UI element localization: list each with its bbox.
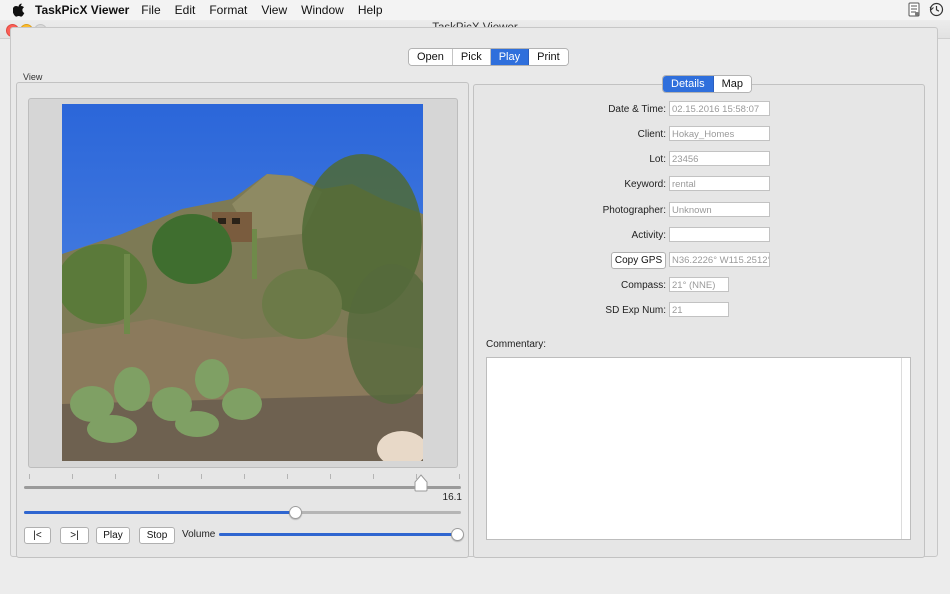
menu-view[interactable]: View [261, 3, 287, 17]
tab-map[interactable]: Map [713, 76, 752, 92]
tab-play[interactable]: Play [490, 49, 530, 65]
keyword-label: Keyword: [624, 179, 666, 190]
sd-exp-num-field[interactable]: 21 [669, 302, 729, 317]
activity-field[interactable] [669, 227, 770, 242]
lot-label: Lot: [649, 154, 666, 165]
slider-tick [373, 474, 374, 479]
gps-field[interactable]: N36.2226° W115.2512° [669, 252, 770, 267]
mode-tabs: Open Pick Play Print [408, 48, 569, 66]
menu-edit[interactable]: Edit [175, 3, 196, 17]
slider-tick [330, 474, 331, 479]
menu-window[interactable]: Window [301, 3, 344, 17]
datetime-label: Date & Time: [608, 104, 666, 115]
slider-tick [459, 474, 460, 479]
slider-tick [287, 474, 288, 479]
previous-frame-button[interactable]: |< [24, 527, 51, 544]
sd-exp-num-label: SD Exp Num: [605, 305, 666, 316]
tab-print[interactable]: Print [529, 49, 568, 65]
play-button[interactable]: Play [96, 527, 130, 544]
details-tabs: Details Map [662, 75, 753, 93]
menu-extras [907, 2, 944, 20]
frame-slider-knob[interactable] [414, 474, 428, 495]
client-field[interactable]: Hokay_Homes [669, 126, 770, 141]
keyword-field[interactable]: rental [669, 176, 770, 191]
activity-label: Activity: [631, 230, 666, 241]
slider-tick [158, 474, 159, 479]
commentary-scrollbar[interactable] [901, 358, 902, 539]
menu-help[interactable]: Help [358, 3, 383, 17]
slider-tick [72, 474, 73, 479]
datetime-field[interactable]: 02.15.2016 15:58:07 [669, 101, 770, 116]
copy-gps-button[interactable]: Copy GPS [611, 252, 666, 269]
next-frame-button[interactable]: >| [60, 527, 89, 544]
playback-slider-fill [24, 511, 295, 514]
frame-slider-track[interactable] [24, 486, 461, 489]
menu-format[interactable]: Format [209, 3, 247, 17]
time-machine-icon[interactable] [929, 2, 944, 20]
tab-pick[interactable]: Pick [452, 49, 491, 65]
commentary-textarea[interactable] [486, 357, 911, 540]
volume-label: Volume [182, 529, 216, 540]
menu-file[interactable]: File [141, 3, 160, 17]
frame-slider-value: 16.1 [442, 492, 462, 503]
playback-slider-knob[interactable] [288, 506, 302, 519]
lot-field[interactable]: 23456 [669, 151, 770, 166]
slider-tick [29, 474, 30, 479]
apple-icon[interactable] [11, 2, 27, 18]
menu-bar: TaskPicX Viewer File Edit Format View Wi… [0, 0, 950, 21]
client-label: Client: [637, 129, 666, 140]
script-icon[interactable] [907, 2, 921, 20]
menu-app-name[interactable]: TaskPicX Viewer [35, 3, 129, 17]
slider-tick [201, 474, 202, 479]
stop-button[interactable]: Stop [139, 527, 175, 544]
compass-field[interactable]: 21° (NNE) [669, 277, 729, 292]
tab-details[interactable]: Details [663, 76, 714, 92]
tab-open[interactable]: Open [409, 49, 453, 65]
view-group-label: View [23, 72, 43, 82]
photo-preview [62, 104, 423, 461]
slider-tick [244, 474, 245, 479]
photographer-field[interactable]: Unknown [669, 202, 770, 217]
commentary-label: Commentary: [486, 339, 547, 350]
volume-slider-fill [219, 533, 459, 536]
photographer-label: Photographer: [602, 205, 666, 216]
compass-label: Compass: [620, 280, 666, 291]
volume-slider-knob[interactable] [451, 528, 464, 541]
slider-tick [115, 474, 116, 479]
